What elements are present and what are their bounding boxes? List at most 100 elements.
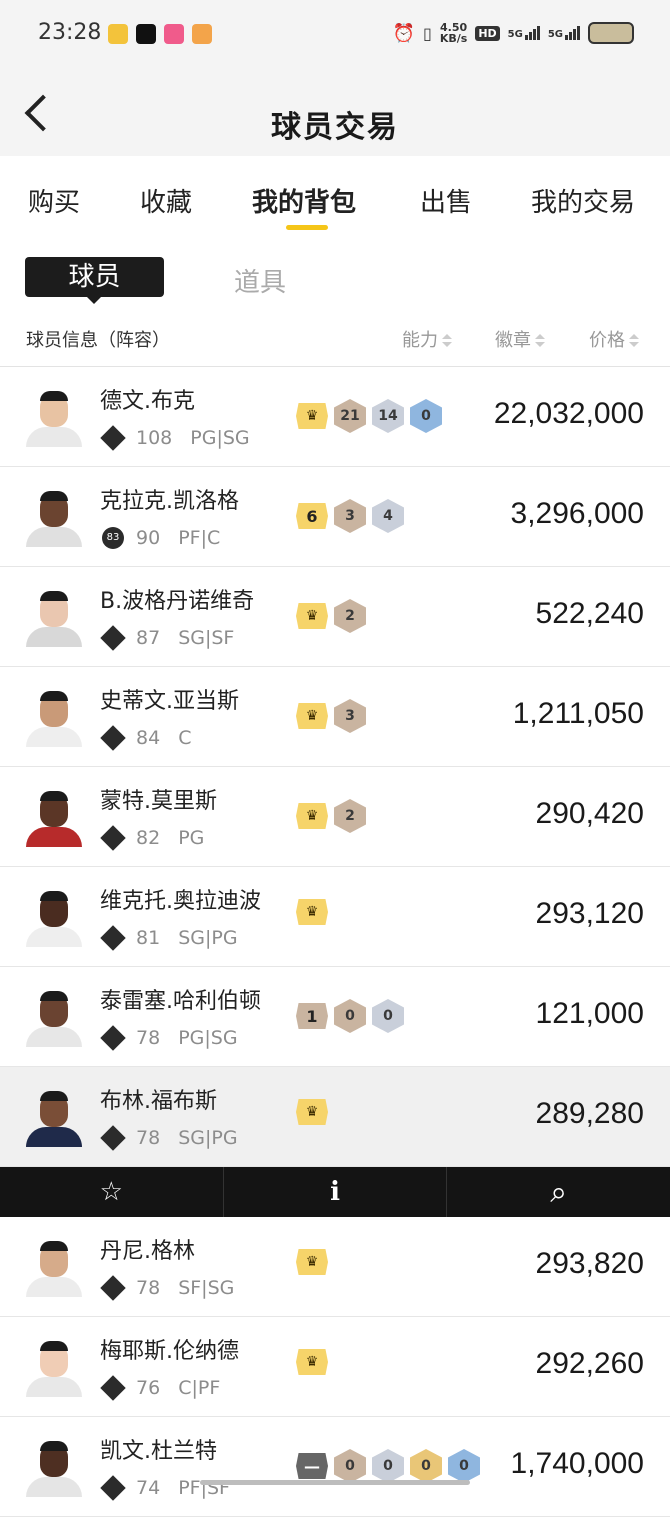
star-icon[interactable]: ☆ — [0, 1167, 224, 1217]
tab-buy[interactable]: 购买 — [28, 182, 80, 219]
player-name: 维克托.奥拉迪波 — [100, 889, 261, 914]
player-badges: ♛ — [296, 1249, 328, 1275]
player-name: B.波格丹诺维奇 — [100, 589, 255, 614]
blue-badge-icon: 0 — [410, 399, 442, 433]
crown-icon: ♛ — [296, 1349, 328, 1375]
player-name: 泰雷塞.哈利伯顿 — [100, 989, 261, 1014]
header: 球员交易 — [0, 70, 670, 156]
home-indicator — [200, 1480, 470, 1485]
player-row[interactable]: 克拉克.凯洛格 83 90 PF|C 6 3 4 3,296,000 — [0, 467, 670, 567]
rank-icon — [100, 625, 126, 651]
player-overall: 76 — [136, 1377, 161, 1399]
crown-icon: ♛ — [296, 403, 328, 429]
player-badges: ♛ 2 — [296, 799, 366, 833]
player-price: 293,120 — [535, 897, 644, 930]
player-meta: 78 SG|PG — [100, 1125, 238, 1151]
player-meta: 81 SG|PG — [100, 925, 238, 951]
player-position: SG|PG — [178, 927, 238, 949]
player-badges: ♛ — [296, 1099, 328, 1125]
app-notification-icon — [164, 24, 184, 44]
player-avatar — [24, 1339, 84, 1397]
sub-tabs: 球员 道具 — [0, 250, 670, 310]
crown-icon: ♛ — [296, 803, 328, 829]
crown-icon: ♛ — [296, 603, 328, 629]
player-meta: 108 PG|SG — [100, 425, 250, 451]
player-row[interactable]: 德文.布克 108 PG|SG ♛ 21 14 0 22,032,000 — [0, 367, 670, 467]
player-row[interactable]: 丹尼.格林 78 SF|SG ♛ 293,820 — [0, 1217, 670, 1317]
player-overall: 87 — [136, 627, 161, 649]
tab-my-backpack[interactable]: 我的背包 — [252, 182, 356, 219]
rank-icon: 83 — [102, 527, 124, 549]
player-row[interactable]: 维克托.奥拉迪波 81 SG|PG ♛ 293,120 — [0, 867, 670, 967]
player-badges: ♛ 3 — [296, 699, 366, 733]
player-price: 292,260 — [535, 1347, 644, 1380]
player-avatar — [24, 389, 84, 447]
player-name: 史蒂文.亚当斯 — [100, 689, 239, 714]
rank-icon — [100, 1025, 126, 1051]
active-tab-indicator — [286, 225, 328, 230]
player-name: 丹尼.格林 — [100, 1239, 195, 1264]
player-price: 3,296,000 — [510, 497, 644, 530]
bronze-badge-icon: 0 — [334, 999, 366, 1033]
player-avatar — [24, 1089, 84, 1147]
silver-badge-icon: 0 — [372, 1449, 404, 1483]
player-position: PF|C — [178, 527, 221, 549]
crown-icon: ♛ — [296, 703, 328, 729]
player-badges: ♛ 21 14 0 — [296, 399, 442, 433]
player-row[interactable]: B.波格丹诺维奇 87 SG|SF ♛ 2 522,240 — [0, 567, 670, 667]
tab-favorites[interactable]: 收藏 — [140, 182, 192, 219]
player-row[interactable]: 梅耶斯.伦纳德 76 C|PF ♛ 292,260 — [0, 1317, 670, 1417]
player-price: 293,820 — [535, 1247, 644, 1280]
info-icon[interactable]: i — [224, 1167, 448, 1217]
signal-bars-icon — [565, 26, 580, 40]
rank-icon — [100, 1475, 126, 1501]
subtab-items[interactable]: 道具 — [234, 262, 286, 299]
player-name: 德文.布克 — [100, 389, 195, 414]
player-row[interactable]: 凯文.杜兰特 74 PF|SF —0 0 0 0 1,740,000 — [0, 1417, 670, 1517]
tab-sell[interactable]: 出售 — [420, 182, 472, 219]
rank-icon — [100, 425, 126, 451]
crown-icon: ♛ — [296, 899, 328, 925]
signal-sim1: 5G — [508, 26, 540, 40]
rank-icon — [100, 1275, 126, 1301]
player-row[interactable]: 布林.福布斯 78 SG|PG ♛ 289,280 — [0, 1067, 670, 1167]
bronze-badge-icon: 0 — [334, 1449, 366, 1483]
player-position: C — [178, 727, 192, 749]
player-list: 德文.布克 108 PG|SG ♛ 21 14 0 22,032,000 克拉克.凯洛格 83 90… — [0, 367, 670, 1517]
rank-level-badge: 6 — [296, 503, 328, 529]
app-notification-icon — [192, 24, 212, 44]
player-badges: 100 — [296, 999, 404, 1033]
crown-icon: ♛ — [296, 1249, 328, 1275]
player-row[interactable]: 史蒂文.亚当斯 84 C ♛ 3 1,211,050 — [0, 667, 670, 767]
column-ability-sort[interactable]: 能力 — [402, 326, 452, 352]
bronze-badge-icon: 21 — [334, 399, 366, 433]
player-avatar — [24, 489, 84, 547]
player-overall: 74 — [136, 1477, 161, 1499]
player-overall: 78 — [136, 1277, 161, 1299]
column-price-sort[interactable]: 价格 — [589, 326, 639, 352]
net-speed: 4.50 KB/s — [439, 21, 468, 45]
player-avatar — [24, 589, 84, 647]
rank-level-badge: 1 — [296, 1003, 328, 1029]
player-badges: —0 0 0 0 — [296, 1449, 480, 1483]
bronze-badge-icon: 3 — [334, 499, 366, 533]
player-meta: 87 SG|SF — [100, 625, 234, 651]
player-row[interactable]: 泰雷塞.哈利伯顿 78 PG|SG 1 0 0 121,000 — [0, 967, 670, 1067]
crown-icon: ♛ — [296, 1099, 328, 1125]
page-title: 球员交易 — [271, 110, 399, 145]
column-badge-sort[interactable]: 徽章 — [495, 326, 545, 352]
subtab-players[interactable]: 球员 — [25, 257, 164, 297]
player-row[interactable]: 蒙特.莫里斯 82 PG ♛ 2 290,420 — [0, 767, 670, 867]
hd-icon: HD — [475, 25, 500, 41]
player-meta: 78 SF|SG — [100, 1275, 234, 1301]
search-icon[interactable]: ⌕ — [447, 1167, 670, 1217]
player-badges: ♛ — [296, 899, 328, 925]
rank-icon — [100, 825, 126, 851]
tab-my-trades[interactable]: 我的交易 — [531, 182, 635, 219]
top-tabs: 购买 收藏 我的背包 出售 我的交易 — [0, 156, 670, 240]
rank-level-badge: — — [296, 1453, 328, 1479]
player-meta: 83 90 PF|C — [100, 527, 220, 549]
player-position: SG|PG — [178, 1127, 238, 1149]
status-time: 23:28 — [38, 20, 102, 45]
player-meta: 82 PG — [100, 825, 204, 851]
